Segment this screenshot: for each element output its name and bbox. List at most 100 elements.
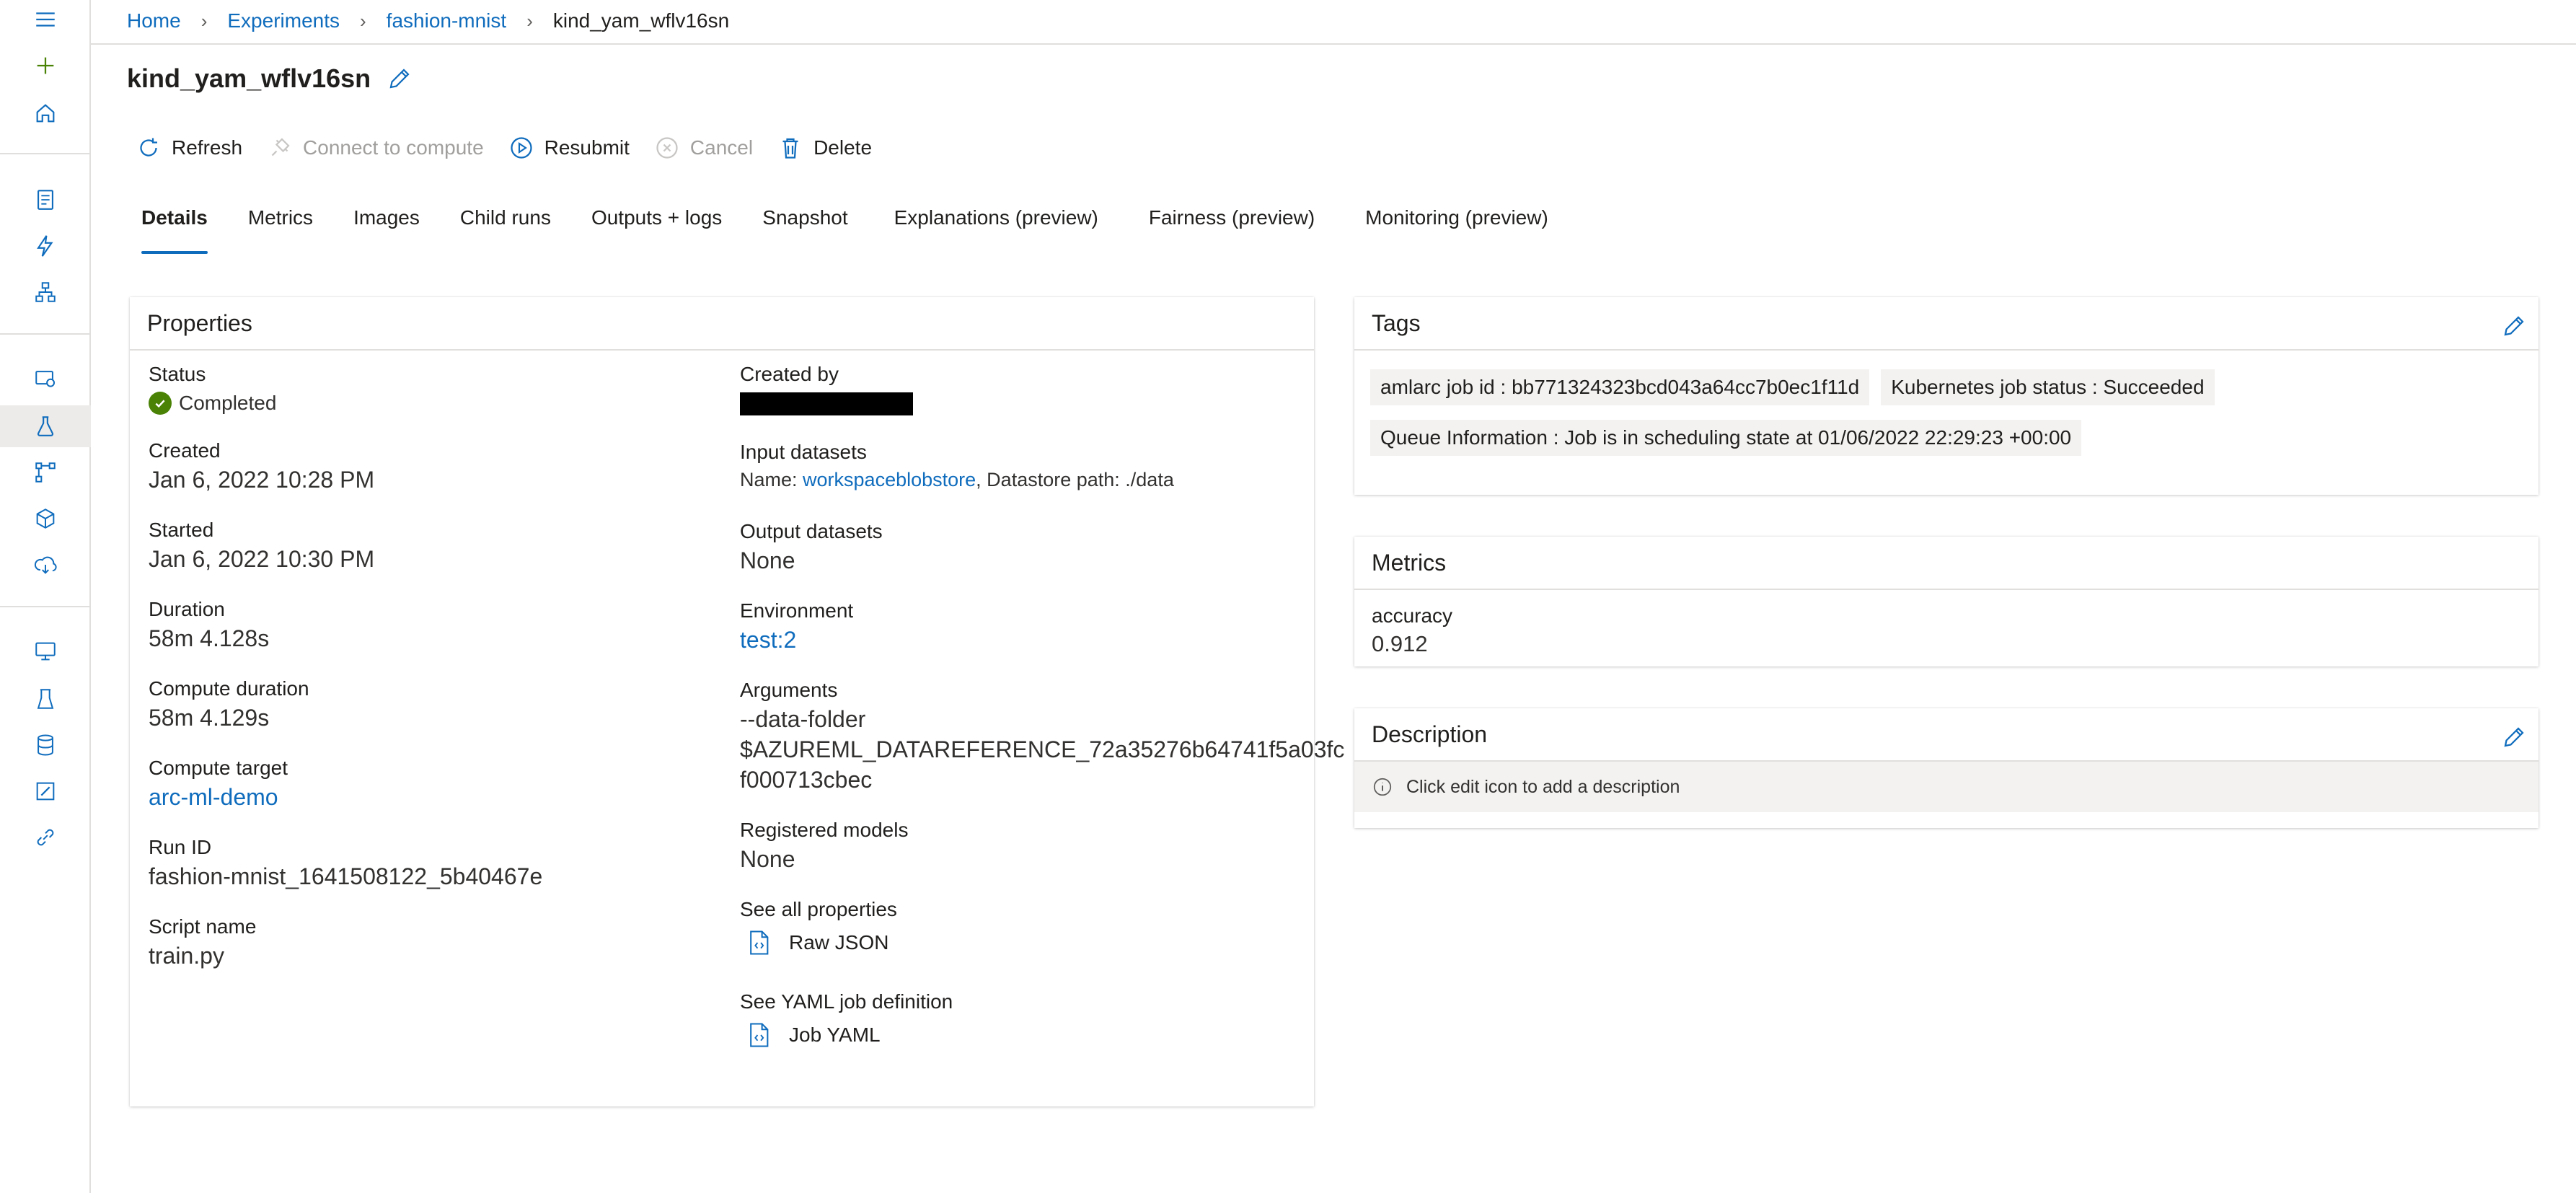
play-circle-icon: [511, 137, 532, 159]
refresh-button[interactable]: Refresh: [136, 135, 242, 161]
script-name-label: Script name: [149, 915, 257, 938]
properties-heading: Properties: [130, 297, 1314, 351]
hamburger-menu-icon[interactable]: [26, 0, 65, 39]
refresh-icon: [140, 138, 157, 157]
cancel-circle-icon: [656, 137, 678, 159]
experiments-icon[interactable]: [26, 407, 65, 446]
chevron-right-icon: ›: [526, 9, 533, 32]
edit-title-icon[interactable]: [387, 66, 413, 92]
workspaceblobstore-link[interactable]: workspaceblobstore: [803, 469, 976, 490]
notebook-icon[interactable]: [26, 180, 65, 219]
tags-header: Tags: [1354, 297, 2538, 351]
endpoints-icon[interactable]: [26, 545, 65, 584]
registered-models-label: Registered models: [740, 819, 909, 841]
status-badge: Completed: [149, 388, 542, 418]
home-icon[interactable]: [26, 94, 65, 133]
raw-json-label: Raw JSON: [789, 931, 889, 954]
raw-json-link[interactable]: Raw JSON: [747, 930, 1344, 955]
left-nav-rail: [0, 0, 91, 1193]
tab-child-runs[interactable]: Child runs: [460, 206, 551, 247]
resubmit-label: Resubmit: [544, 136, 630, 159]
tags-list: amlarc job id : bb771324323bcd043a64cc7b…: [1354, 351, 2537, 470]
breadcrumb-experiment-link[interactable]: fashion-mnist: [387, 9, 507, 32]
page-title-row: kind_yam_wflv16sn: [127, 63, 413, 94]
models-icon[interactable]: [26, 499, 65, 538]
status-value: Completed: [179, 392, 277, 414]
compute-target-label: Compute target: [149, 757, 288, 779]
description-card: Description Click edit icon to add a des…: [1354, 708, 2538, 828]
tab-explanations[interactable]: Explanations (preview): [894, 206, 1098, 247]
tab-images[interactable]: Images: [353, 206, 420, 247]
metric-name: accuracy: [1372, 604, 1453, 627]
check-circle-icon: [149, 392, 172, 415]
data-labeling-icon[interactable]: [26, 772, 65, 811]
description-hint: Click edit icon to add a description: [1406, 776, 1680, 797]
compute-duration-label: Compute duration: [149, 677, 309, 700]
breadcrumb: Home › Experiments › fashion-mnist › kin…: [127, 0, 729, 42]
plug-icon: [271, 138, 290, 157]
started-value: Jan 6, 2022 10:30 PM: [149, 546, 375, 572]
environment-label: Environment: [740, 599, 854, 622]
tags-card: Tags amlarc job id : bb771324323bcd043a6…: [1354, 297, 2538, 495]
tab-details[interactable]: Details: [141, 206, 208, 254]
resubmit-button[interactable]: Resubmit: [508, 135, 630, 161]
tab-monitoring[interactable]: Monitoring (preview): [1365, 206, 1548, 247]
tab-fairness[interactable]: Fairness (preview): [1149, 206, 1315, 247]
compute-target-link[interactable]: arc-ml-demo: [149, 782, 542, 812]
cancel-button[interactable]: Cancel: [654, 135, 753, 161]
environments-icon[interactable]: [26, 679, 65, 718]
created-value: Jan 6, 2022 10:28 PM: [149, 467, 375, 493]
tab-metrics[interactable]: Metrics: [248, 206, 313, 247]
arguments-label: Arguments: [740, 679, 838, 701]
status-label: Status: [149, 363, 206, 385]
edit-tags-icon[interactable]: [2501, 313, 2527, 339]
properties-right-column: Created by Input datasets Name: workspac…: [740, 361, 1344, 1047]
metric-value: 0.912: [1372, 631, 1428, 656]
tab-outputs-logs[interactable]: Outputs + logs: [591, 206, 722, 247]
run-id-value: fashion-mnist_1641508122_5b40467e: [149, 863, 543, 889]
description-header: Description: [1354, 708, 2538, 762]
redacted-user: [740, 392, 913, 415]
metrics-card: Metrics accuracy 0.912: [1354, 537, 2538, 666]
info-icon: [1373, 778, 1392, 796]
rail-divider: [0, 606, 91, 607]
edit-description-icon[interactable]: [2501, 724, 2527, 750]
environment-link[interactable]: test:2: [740, 625, 1344, 655]
delete-button[interactable]: Delete: [777, 135, 872, 161]
refresh-label: Refresh: [172, 136, 243, 159]
connect-to-compute-button[interactable]: Connect to compute: [267, 135, 484, 161]
arguments-line-3: f000713cbec: [740, 767, 873, 793]
delete-label: Delete: [813, 136, 873, 159]
job-yaml-link[interactable]: Job YAML: [747, 1023, 1344, 1047]
registered-models-value: None: [740, 846, 795, 872]
designer-icon[interactable]: [26, 273, 65, 312]
header-divider: [91, 43, 2576, 45]
datasets-icon[interactable]: [26, 359, 65, 398]
see-yaml-label: See YAML job definition: [740, 990, 953, 1013]
chevron-right-icon: ›: [360, 9, 366, 32]
tags-heading: Tags: [1372, 309, 1421, 336]
automl-icon[interactable]: [26, 226, 65, 265]
datastores-icon[interactable]: [26, 726, 65, 765]
properties-card: Properties Status Completed Created Jan …: [130, 297, 1344, 1106]
job-yaml-label: Job YAML: [789, 1023, 881, 1046]
pipelines-icon[interactable]: [26, 453, 65, 492]
tag-chip: amlarc job id : bb771324323bcd043a64cc7b…: [1370, 369, 1870, 405]
breadcrumb-experiments-link[interactable]: Experiments: [227, 9, 340, 32]
created-label: Created: [149, 439, 221, 462]
rail-divider: [0, 333, 91, 335]
command-bar: Refresh Connect to compute Resubmit Canc…: [136, 130, 896, 166]
chevron-right-icon: ›: [200, 9, 208, 32]
input-datasets-label: Input datasets: [740, 441, 867, 463]
trash-icon: [782, 138, 798, 159]
started-label: Started: [149, 519, 214, 541]
tab-snapshot[interactable]: Snapshot: [762, 206, 847, 247]
created-by-label: Created by: [740, 363, 839, 385]
compute-icon[interactable]: [26, 632, 65, 671]
plus-icon[interactable]: [26, 46, 65, 85]
script-name-value: train.py: [149, 943, 224, 969]
breadcrumb-home-link[interactable]: Home: [127, 9, 181, 32]
metrics-heading: Metrics: [1354, 537, 2538, 590]
linked-services-icon[interactable]: [26, 818, 65, 857]
properties-left-column: Status Completed Created Jan 6, 2022 10:…: [149, 361, 542, 971]
